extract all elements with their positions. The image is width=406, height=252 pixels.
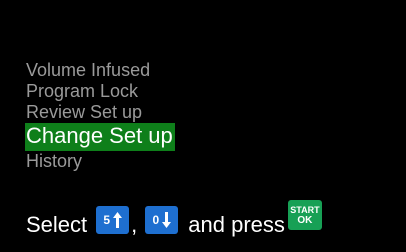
key-5-up-button[interactable]: 5 (96, 206, 130, 234)
menu-item-history[interactable]: History (26, 151, 82, 171)
menu-item-review-set-up[interactable]: Review Set up (26, 102, 142, 122)
menu-item-volume-infused[interactable]: Volume Infused (26, 60, 150, 80)
main-menu: Volume Infused Program Lock Review Set u… (25, 60, 175, 172)
key-up-digit: 5 (103, 213, 110, 227)
start-label: START (290, 204, 320, 215)
select-label: Select (26, 212, 88, 237)
arrow-up-icon (113, 212, 122, 228)
key-0-down-button[interactable]: 0 (145, 206, 179, 234)
comma-separator: , (131, 212, 138, 237)
ok-label: OK (297, 214, 313, 226)
menu-item-program-lock[interactable]: Program Lock (26, 81, 138, 101)
arrow-down-icon (162, 212, 172, 228)
pump-display-screen: Volume Infused Program Lock Review Set u… (0, 0, 406, 252)
key-down-digit: 0 (152, 213, 160, 227)
start-ok-button[interactable]: START OK (287, 200, 322, 230)
menu-item-change-set-up[interactable]: Change Set up (25, 123, 175, 151)
instruction-bar: Select 5 , 0 and press START OK (26, 200, 322, 240)
and-press-label: and press (188, 212, 285, 237)
